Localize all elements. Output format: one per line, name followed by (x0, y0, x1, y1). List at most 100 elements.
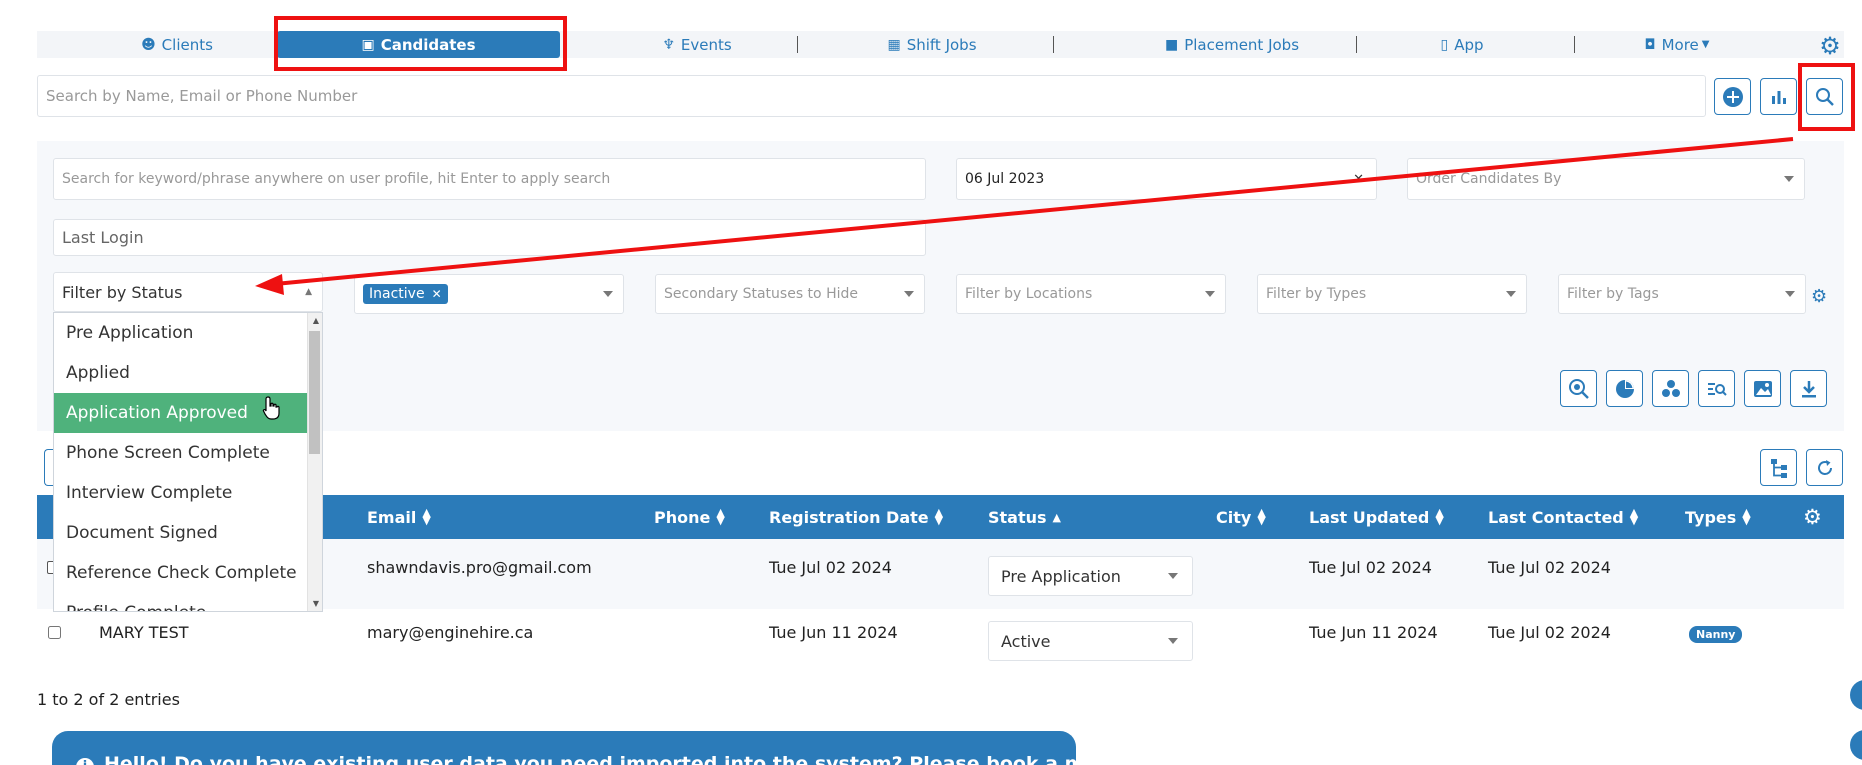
caret-down-icon (1205, 291, 1215, 297)
row-last-updated: Tue Jun 11 2024 (1309, 623, 1438, 642)
caret-up-icon: ▲ (305, 287, 312, 297)
row-status-select[interactable]: Active (988, 621, 1193, 661)
chat-widget-icon[interactable] (1850, 680, 1862, 710)
filter-settings-icon[interactable]: ⚙ (1811, 286, 1827, 307)
order-candidates-select[interactable]: Order Candidates By (1407, 158, 1805, 200)
pie-chart-icon (1615, 379, 1634, 398)
tab-clients[interactable]: ☻ Clients (77, 31, 277, 58)
caret-down-icon (1168, 638, 1178, 644)
nav-divider (797, 36, 798, 53)
add-candidate-button[interactable] (1714, 78, 1751, 115)
sort-icon: ▲ ▼ (422, 506, 431, 527)
status-option[interactable]: Phone Screen Complete (54, 433, 322, 473)
nav-divider (1356, 36, 1357, 53)
row-email: shawndavis.pro@gmail.com (367, 558, 592, 577)
refresh-button[interactable] (1806, 449, 1843, 486)
status-filter-select[interactable]: Filter by Status ▲ (53, 272, 323, 312)
status-option[interactable]: Applied (54, 353, 322, 393)
scroll-up-icon[interactable]: ▲ (313, 316, 319, 325)
col-types[interactable]: Types ▲ ▼ (1685, 495, 1751, 539)
col-city[interactable]: City ▲ ▼ (1216, 495, 1266, 539)
import-banner: iHello! Do you have existing user data y… (52, 731, 1076, 765)
col-registration-date[interactable]: Registration Date ▲ ▼ (769, 495, 943, 539)
cluster-icon (1661, 379, 1680, 397)
col-last-contacted[interactable]: Last Contacted ▲ ▼ (1488, 495, 1638, 539)
sort-icon: ▲ ▼ (1629, 506, 1639, 527)
status-option[interactable]: Profile Complete (54, 593, 322, 611)
column-settings-icon[interactable]: ⚙ (1803, 495, 1822, 539)
row-name[interactable]: MARY TEST (99, 623, 189, 642)
settings-gear-icon[interactable]: ⚙ (1815, 31, 1845, 61)
caret-down-icon (603, 291, 613, 297)
status-option[interactable]: Pre Application (54, 313, 322, 353)
plus-circle-icon (1722, 86, 1743, 107)
list-search-icon (1707, 382, 1727, 396)
mobile-icon: ▯ (1440, 36, 1449, 53)
caret-down-icon (1168, 573, 1178, 579)
keyword-search-input[interactable]: Search for keyword/phrase anywhere on us… (53, 158, 926, 200)
column-tree-button[interactable] (1760, 449, 1797, 486)
types-filter-select[interactable]: Filter by Types (1257, 274, 1527, 314)
status-tag-select[interactable]: Inactive ✕ (354, 274, 624, 314)
tags-filter-select[interactable]: Filter by Tags (1558, 274, 1806, 314)
secondary-status-select[interactable]: Secondary Statuses to Hide (655, 274, 925, 314)
caret-down-icon (1785, 291, 1795, 297)
locations-filter-select[interactable]: Filter by Locations (956, 274, 1226, 314)
main-search-input[interactable]: Search by Name, Email or Phone Number (37, 75, 1706, 117)
caret-down-icon (1784, 176, 1794, 182)
tab-events[interactable]: ♆ Events (597, 31, 797, 58)
col-email[interactable]: Email ▲ ▼ (367, 495, 431, 539)
sort-icon: ▲ ▼ (1257, 506, 1266, 527)
annotation-box-search (1798, 63, 1855, 131)
image-button[interactable] (1744, 370, 1781, 407)
row-checkbox[interactable] (48, 626, 61, 639)
clear-icon[interactable]: ✕ (1353, 172, 1364, 187)
calendar-icon: ▦ (887, 36, 901, 53)
last-login-input[interactable]: Last Login (53, 219, 926, 256)
scroll-down-icon[interactable]: ▼ (313, 599, 319, 608)
col-status[interactable]: Status ▲ (988, 495, 1061, 539)
col-phone[interactable]: Phone ▲ ▼ (654, 495, 725, 539)
palette-icon: ☻ (141, 36, 156, 53)
tab-more[interactable]: ◘ More ▼ (1597, 31, 1757, 58)
status-option[interactable]: Document Signed (54, 513, 322, 553)
row-last-contacted: Tue Jul 02 2024 (1488, 623, 1611, 642)
row-status-select[interactable]: Pre Application (988, 556, 1193, 596)
tab-placement-jobs[interactable]: ■ Placement Jobs (1067, 31, 1397, 58)
row-email: mary@enginehire.ca (367, 623, 534, 642)
refresh-icon (1817, 459, 1832, 475)
sort-asc-icon: ▲ (1052, 510, 1061, 524)
col-last-updated[interactable]: Last Updated ▲ ▼ (1309, 495, 1444, 539)
info-icon: i (76, 758, 94, 765)
hand-cursor-icon (262, 396, 280, 420)
briefcase-icon: ■ (1164, 36, 1179, 53)
sort-icon: ▲ ▼ (934, 506, 944, 527)
trophy-icon: ♆ (662, 36, 675, 53)
status-dropdown-list: Pre Application Applied Application Appr… (53, 312, 323, 612)
status-option[interactable]: Interview Complete (54, 473, 322, 513)
list-search-button[interactable] (1698, 370, 1735, 407)
nav-divider (1053, 36, 1054, 53)
image-icon (1753, 380, 1772, 397)
table-row[interactable]: MARY TEST mary@enginehire.ca Tue Jun 11 … (37, 609, 1844, 673)
bar-chart-icon (1771, 90, 1786, 104)
help-widget-icon[interactable] (1850, 730, 1862, 760)
pie-chart-button[interactable] (1606, 370, 1643, 407)
caret-down-icon (1506, 291, 1516, 297)
stats-button[interactable] (1760, 78, 1797, 115)
map-search-button[interactable] (1560, 370, 1597, 407)
sort-icon: ▲ ▼ (1742, 506, 1751, 527)
sort-icon: ▲ ▼ (716, 506, 725, 527)
caret-down-icon: ▼ (1701, 39, 1710, 50)
dropdown-scrollbar[interactable]: ▲ ▼ (307, 313, 322, 611)
tag-remove-icon[interactable]: ✕ (432, 287, 442, 301)
download-button[interactable] (1790, 370, 1827, 407)
date-filter-input[interactable]: 06 Jul 2023 ✕ (956, 158, 1377, 200)
tab-shift-jobs[interactable]: ▦ Shift Jobs (807, 31, 1057, 58)
cluster-button[interactable] (1652, 370, 1689, 407)
globe-search-icon (1568, 378, 1589, 399)
annotation-box-candidates (274, 16, 567, 71)
scrollbar-thumb[interactable] (309, 331, 320, 454)
tab-app[interactable]: ▯ App (1367, 31, 1557, 58)
status-option[interactable]: Reference Check Complete (54, 553, 322, 593)
